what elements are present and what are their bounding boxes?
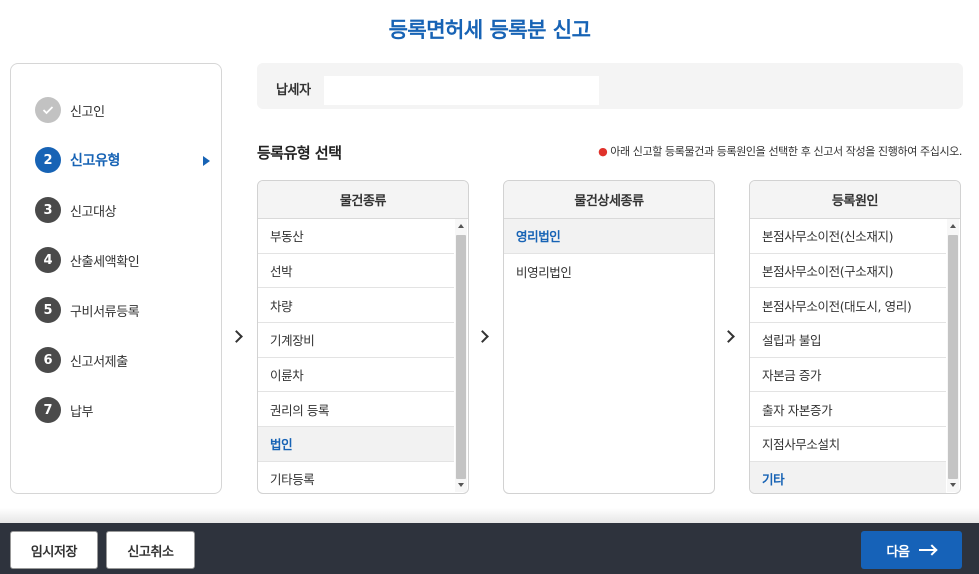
detail-header: 물건상세종류	[504, 181, 714, 219]
scroll-down-icon[interactable]	[950, 483, 956, 487]
scroll-down-icon[interactable]	[458, 483, 464, 487]
step-item-2[interactable]: 2 신고유형	[35, 145, 210, 175]
arrow-right-icon	[918, 545, 937, 555]
chevron-right-icon	[476, 327, 490, 347]
cause-item[interactable]: 설립과 불입	[750, 323, 946, 358]
step-item-7[interactable]: 7 납부	[35, 395, 210, 425]
step-number: 2	[35, 147, 61, 173]
step-item-1[interactable]: 신고인	[35, 95, 210, 125]
cause-list: 본점사무소이전(신소재지) 본점사무소이전(구소재지) 본점사무소이전(대도시,…	[750, 219, 946, 493]
category-item-selected[interactable]: 법인	[258, 427, 454, 462]
step-sidebar: 신고인 2 신고유형 3 신고대상 4 산출세액확인 5 구비서류등록 6 신고…	[10, 63, 222, 494]
step-number: 3	[35, 197, 61, 223]
cause-item[interactable]: 출자 자본증가	[750, 392, 946, 428]
category-item[interactable]: 선박	[258, 254, 454, 289]
detail-item-selected[interactable]: 영리법인	[504, 219, 714, 254]
category-header: 물건종류	[258, 181, 468, 219]
scroll-up-icon[interactable]	[458, 224, 464, 228]
cancel-report-button[interactable]: 신고취소	[106, 531, 195, 569]
category-item[interactable]: 이륜차	[258, 358, 454, 393]
taxpayer-label: 납세자	[276, 83, 311, 98]
cause-item[interactable]: 본점사무소이전(신소재지)	[750, 219, 946, 254]
chevron-right-icon	[230, 327, 244, 347]
cause-panel: 등록원인 본점사무소이전(신소재지) 본점사무소이전(구소재지) 본점사무소이전…	[749, 180, 961, 494]
step-item-6[interactable]: 6 신고서제출	[35, 345, 210, 375]
step-label: 구비서류등록	[70, 304, 140, 320]
next-label: 다음	[886, 544, 910, 560]
detail-panel: 물건상세종류 영리법인 비영리법인	[503, 180, 715, 494]
temp-save-button[interactable]: 임시저장	[10, 531, 98, 569]
scroll-thumb[interactable]	[456, 235, 466, 479]
notice-message: 아래 신고할 등록물건과 등록원인을 선택한 후 신고서 작성을 진행하여 주십…	[610, 145, 962, 158]
bullet-dot-icon: ●	[598, 145, 608, 158]
category-list: 부동산 선박 차량 기계장비 이륜차 권리의 등록 법인 기타등록	[258, 219, 454, 493]
taxpayer-value	[324, 76, 599, 105]
step-item-5[interactable]: 5 구비서류등록	[35, 295, 210, 325]
play-arrow-icon	[203, 156, 210, 166]
category-scrollbar[interactable]	[455, 219, 467, 492]
cause-item[interactable]: 자본금 증가	[750, 358, 946, 393]
cause-scrollbar[interactable]	[947, 219, 959, 492]
page-title: 등록면허세 등록분 신고	[388, 18, 591, 42]
next-button[interactable]: 다음	[861, 531, 962, 569]
step-label: 신고인	[70, 104, 105, 120]
step-label: 납부	[70, 404, 94, 420]
step-item-3[interactable]: 3 신고대상	[35, 195, 210, 225]
cause-item-selected[interactable]: 기타	[750, 461, 946, 493]
cause-item[interactable]: 본점사무소이전(구소재지)	[750, 254, 946, 289]
cause-item[interactable]: 지점사무소설치	[750, 427, 946, 462]
step-item-4[interactable]: 4 산출세액확인	[35, 245, 210, 275]
step-number: 4	[35, 247, 61, 273]
section-title: 등록유형 선택	[257, 144, 342, 162]
step-label: 산출세액확인	[70, 254, 140, 270]
detail-list: 영리법인 비영리법인	[504, 219, 714, 493]
step-label: 신고대상	[70, 204, 117, 220]
category-item[interactable]: 권리의 등록	[258, 392, 454, 428]
category-panel: 물건종류 부동산 선박 차량 기계장비 이륜차 권리의 등록 법인 기타등록	[257, 180, 469, 494]
cause-header: 등록원인	[750, 181, 960, 219]
step-number: 7	[35, 397, 61, 423]
category-item[interactable]: 기계장비	[258, 323, 454, 358]
step-label: 신고유형	[70, 153, 120, 169]
cause-item[interactable]: 본점사무소이전(대도시, 영리)	[750, 288, 946, 324]
category-item[interactable]: 차량	[258, 288, 454, 324]
step-number: 5	[35, 297, 61, 323]
check-icon	[35, 97, 61, 123]
notice-text: ● 아래 신고할 등록물건과 등록원인을 선택한 후 신고서 작성을 진행하여 주…	[598, 143, 962, 159]
chevron-right-icon	[722, 327, 736, 347]
detail-item[interactable]: 비영리법인	[504, 254, 714, 289]
step-label: 신고서제출	[70, 354, 128, 370]
category-item[interactable]: 기타등록	[258, 462, 454, 493]
footer-shadow	[0, 508, 979, 523]
step-number: 6	[35, 347, 61, 373]
footer-bar: 임시저장 신고취소 다음	[0, 523, 979, 574]
scroll-thumb[interactable]	[948, 235, 958, 479]
scroll-up-icon[interactable]	[950, 224, 956, 228]
taxpayer-box: 납세자	[257, 63, 963, 109]
category-item[interactable]: 부동산	[258, 219, 454, 254]
cancel-report-label: 신고취소	[127, 544, 174, 560]
